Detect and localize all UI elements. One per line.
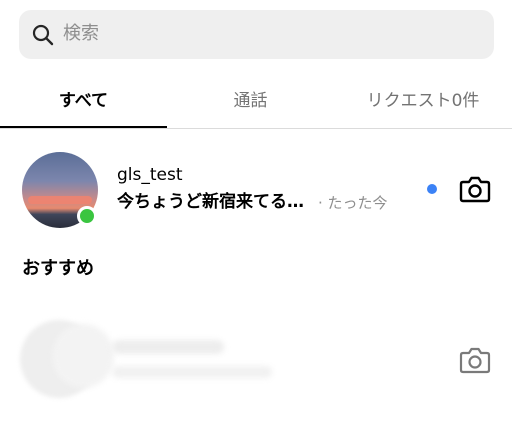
thread-timestamp: · たった今 [318,194,388,212]
tab-bar: すべて 通話 リクエスト0件 [0,70,512,128]
suggestion-subtitle-placeholder [112,366,272,378]
tab-calls[interactable]: 通話 [167,70,334,126]
suggestions-heading: おすすめ [22,258,94,279]
camera-icon[interactable] [459,175,491,203]
thread-last-message: 今ちょうど新宿来てる… [117,192,304,212]
tabs-divider [0,128,512,129]
search-bar[interactable]: 検索 [19,10,494,59]
suggestion-name-placeholder [112,340,224,354]
tab-requests[interactable]: リクエスト0件 [334,70,512,126]
suggestion-avatar-overlap [52,324,114,388]
search-icon [32,24,54,46]
unread-indicator [427,184,437,194]
tab-all[interactable]: すべて [0,70,167,126]
thread-username: gls_test [117,165,183,185]
search-placeholder[interactable]: 検索 [63,23,99,45]
suggestion-row[interactable] [0,318,512,402]
online-status-dot [77,206,97,226]
suggestion-camera-icon[interactable] [459,346,491,374]
thread-row[interactable]: gls_test 今ちょうど新宿来てる… · たった今 [0,148,512,230]
